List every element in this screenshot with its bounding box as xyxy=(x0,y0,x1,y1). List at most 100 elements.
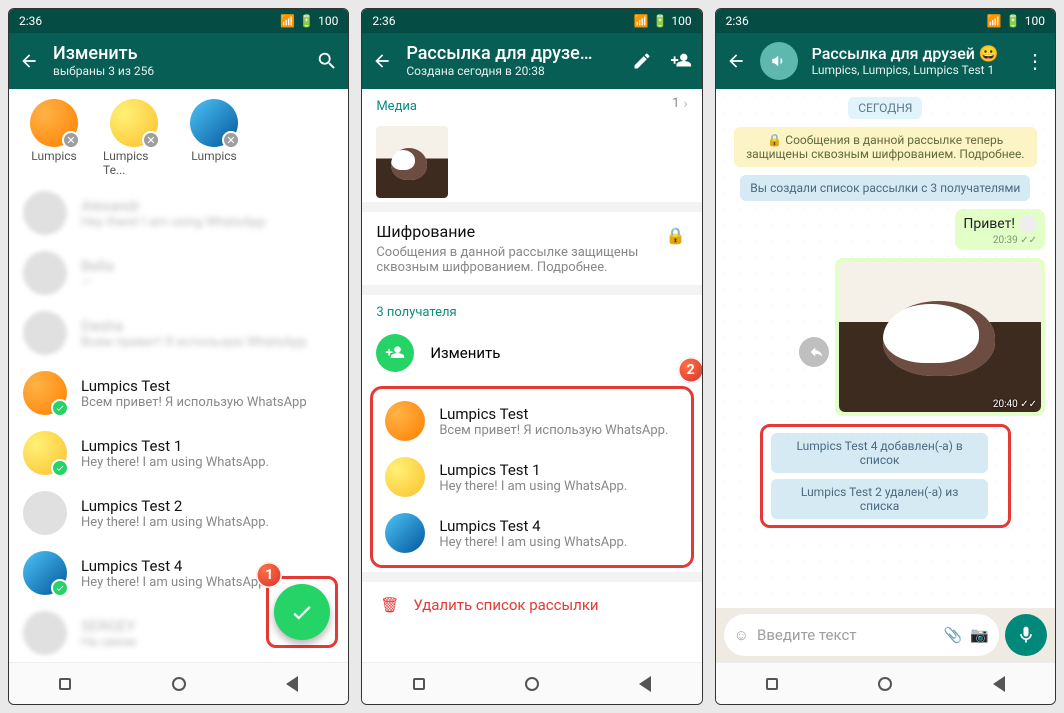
wifi-icon: 📶 xyxy=(634,14,649,28)
recents-icon[interactable] xyxy=(766,678,778,690)
selected-chip[interactable]: ✕ Lumpics xyxy=(23,99,85,177)
recents-icon[interactable] xyxy=(413,678,425,690)
media-header-row[interactable]: Медиа 1 › xyxy=(362,89,701,122)
selected-chip[interactable]: ✕ Lumpics xyxy=(183,99,245,177)
add-person-button[interactable] xyxy=(376,334,414,372)
wifi-icon: 📶 xyxy=(987,14,1002,28)
contact-row[interactable]: AlexandrHey there! I am using WhatsApp xyxy=(9,183,348,243)
title-wrap[interactable]: Рассылка для друзей 😀 Lumpics, Lumpics, … xyxy=(812,45,1011,77)
status-time: 2:36 xyxy=(19,14,42,28)
system-message: Lumpics Test 4 добавлен(-а) в список xyxy=(771,433,989,473)
delete-broadcast-row[interactable]: 🗑 Удалить список рассылки xyxy=(362,582,701,628)
camera-icon[interactable]: 📷 xyxy=(970,626,989,644)
outgoing-image-message[interactable]: 20:40 ✓✓ xyxy=(835,258,1045,416)
back-nav-icon[interactable] xyxy=(286,676,298,692)
battery-pct: 100 xyxy=(318,14,338,28)
selected-chip[interactable]: ✕ Lumpics Te... xyxy=(103,99,165,177)
status-bar: 2:36 📶🔋100 xyxy=(362,9,701,33)
recipient-row[interactable]: Lumpics TestВсем привет! Я использую Wha… xyxy=(375,393,688,449)
confirm-fab[interactable] xyxy=(274,584,330,640)
message-input[interactable]: ☺ Введите текст 📎 📷 xyxy=(724,614,999,656)
title-wrap: Изменить выбраны 3 из 256 xyxy=(53,44,302,78)
edit-icon[interactable] xyxy=(632,51,652,71)
attach-icon[interactable]: 📎 xyxy=(944,626,963,644)
forward-button[interactable] xyxy=(799,337,829,367)
recipient-status: Всем привет! Я использую WhatsApp. xyxy=(439,423,668,438)
contact-name: Dasha xyxy=(81,317,334,335)
title-wrap[interactable]: Рассылка для друзе… Создана сегодня в 20… xyxy=(406,44,617,78)
remove-icon[interactable]: ✕ xyxy=(222,131,240,149)
avatar xyxy=(385,401,425,441)
recents-icon[interactable] xyxy=(59,678,71,690)
emoji-icon[interactable]: ☺ xyxy=(734,626,749,644)
contact-row[interactable]: DashaВсем привет! Я использую WhatsApp xyxy=(9,303,348,363)
input-placeholder: Введите текст xyxy=(757,626,936,644)
remove-icon[interactable]: ✕ xyxy=(62,131,80,149)
recipients-header: 3 получателя xyxy=(362,295,701,324)
contact-row[interactable]: Lumpics TestВсем привет! Я использую Wha… xyxy=(9,363,348,423)
check-icon xyxy=(51,579,69,597)
message-text: Привет! xyxy=(963,216,1015,232)
phone-broadcast-chat: 2:36 📶🔋100 Рассылка для друзей 😀 Lumpics… xyxy=(715,8,1056,705)
status-time: 2:36 xyxy=(726,14,749,28)
outgoing-message[interactable]: Привет! 20:39 ✓✓ xyxy=(955,209,1045,250)
encryption-notice[interactable]: 🔒 Сообщения в данной рассылке теперь защ… xyxy=(734,127,1037,167)
check-icon xyxy=(51,459,69,477)
edit-recipients-row[interactable]: Изменить xyxy=(362,324,701,382)
status-icons: 📶🔋100 xyxy=(987,14,1045,28)
recipient-name: Lumpics Test xyxy=(439,405,668,423)
back-icon[interactable] xyxy=(726,51,746,71)
back-icon[interactable] xyxy=(19,51,39,71)
system-highlight-box: Lumpics Test 4 добавлен(-а) в список Lum… xyxy=(760,424,1011,528)
page-title: Изменить xyxy=(53,44,302,64)
avatar xyxy=(23,311,67,355)
page-subtitle: Создана сегодня в 20:38 xyxy=(406,64,617,78)
recipients-highlight-box: Lumpics TestВсем привет! Я использую Wha… xyxy=(370,386,693,568)
broadcast-avatar[interactable] xyxy=(760,42,798,80)
mic-icon xyxy=(1016,625,1036,645)
contact-row[interactable]: Lumpics Test 1Hey there! I am using What… xyxy=(9,423,348,483)
battery-pct: 100 xyxy=(671,14,691,28)
recipient-status: Hey there! I am using WhatsApp. xyxy=(439,535,627,550)
avatar xyxy=(385,513,425,553)
recipient-row[interactable]: Lumpics Test 1Hey there! I am using What… xyxy=(375,449,688,505)
battery-icon: 🔋 xyxy=(652,14,667,28)
contact-status: Всем привет! Я использую WhatsApp xyxy=(81,395,334,410)
step-badge: 2 xyxy=(678,357,703,383)
home-icon[interactable] xyxy=(172,677,186,691)
forward-icon xyxy=(806,344,822,360)
add-person-icon[interactable] xyxy=(670,50,692,72)
phone-broadcast-info: 2:36 📶🔋100 Рассылка для друзе… Создана с… xyxy=(361,8,702,705)
back-nav-icon[interactable] xyxy=(993,676,1005,692)
contact-name: Lumpics Test 4 xyxy=(81,557,334,575)
avatar xyxy=(23,251,67,295)
contact-row[interactable]: Bella— xyxy=(9,243,348,303)
home-icon[interactable] xyxy=(878,677,892,691)
avatar: ✕ xyxy=(110,99,158,147)
chat-body[interactable]: СЕГОДНЯ 🔒 Сообщения в данной рассылке те… xyxy=(716,89,1055,608)
more-icon[interactable]: ⋮ xyxy=(1025,49,1045,73)
avatar xyxy=(23,611,67,655)
chevron-right-icon: › xyxy=(683,96,687,112)
selected-contacts-row: ✕ Lumpics ✕ Lumpics Te... ✕ Lumpics xyxy=(9,89,348,183)
back-icon[interactable] xyxy=(372,51,392,71)
recipient-row[interactable]: Lumpics Test 4Hey there! I am using What… xyxy=(375,505,688,561)
avatar: ✕ xyxy=(190,99,238,147)
search-icon[interactable] xyxy=(316,50,338,72)
status-icons: 📶🔋 100 xyxy=(634,14,692,28)
avatar: ✕ xyxy=(30,99,78,147)
back-nav-icon[interactable] xyxy=(639,676,651,692)
home-icon[interactable] xyxy=(525,677,539,691)
remove-icon[interactable]: ✕ xyxy=(142,131,160,149)
encryption-block[interactable]: Шифрование Сообщения в данной рассылке з… xyxy=(362,212,701,285)
contact-row[interactable]: Lumpics Test 2Hey there! I am using What… xyxy=(9,483,348,543)
avatar xyxy=(23,191,67,235)
contact-name: Lumpics Test xyxy=(81,377,334,395)
nav-bar xyxy=(362,662,701,704)
mic-button[interactable] xyxy=(1005,614,1047,656)
chip-label: Lumpics xyxy=(31,149,76,163)
sticker-icon xyxy=(1019,215,1037,233)
person-add-icon xyxy=(385,343,405,363)
media-thumbnail[interactable] xyxy=(376,126,448,198)
contact-name: Lumpics Test 1 xyxy=(81,437,334,455)
